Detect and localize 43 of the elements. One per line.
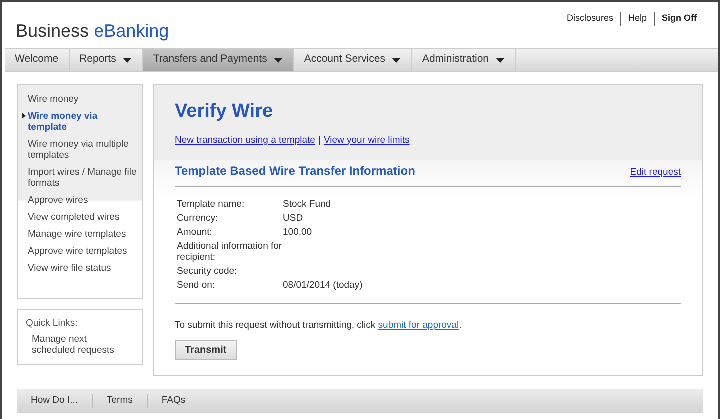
sidebar-link[interactable]: View wire file status [28, 263, 112, 274]
field-label: Security code: [177, 266, 238, 277]
brand-name-accent: eBanking [94, 21, 170, 41]
field-label: Additional information for recipient: [177, 240, 283, 263]
sidebar-link[interactable]: Approve wire templates [28, 246, 128, 257]
field-label: Template name: [177, 198, 246, 210]
wire-limits-link[interactable]: View your wire limits [324, 134, 410, 148]
sidebar-link[interactable]: Manage wire templates [28, 229, 126, 240]
submit-approval-link[interactable]: submit for approval [378, 320, 460, 331]
submit-note: To submit this request without transmitting, click submit for approval. [175, 318, 463, 333]
nav-tab[interactable]: Welcome [5, 49, 70, 71]
sidebar-link[interactable]: Import wires / Manage file formats [28, 167, 138, 189]
selected-arrow-icon [22, 113, 26, 119]
field-value: Stock Fund [283, 198, 332, 210]
field-value: 08/01/2014 (today) [283, 280, 363, 291]
nav-tab[interactable]: Transfers and Payments [143, 49, 294, 71]
field-label: Amount: [177, 226, 214, 238]
template-link[interactable]: New transaction using a template [175, 134, 316, 148]
quick-links-title: Quick Links: [26, 317, 79, 331]
sidebar-link[interactable]: Wire money via multiple templates [28, 139, 138, 161]
sidebar-link[interactable]: Wire money via template [28, 111, 138, 133]
quick-link[interactable]: Manage next scheduled requests [32, 334, 127, 356]
header-link[interactable]: Sign Off [654, 12, 704, 26]
footer-link[interactable]: How Do I... [17, 394, 92, 408]
field-value: 100.00 [283, 226, 312, 238]
nav-tab[interactable]: Administration [412, 49, 516, 71]
field-label: Send on: [177, 280, 216, 291]
sidebar-link[interactable]: Approve wires [28, 195, 88, 206]
header-link[interactable]: Disclosures [560, 12, 620, 26]
field-label: Currency: [177, 212, 220, 224]
section-title: Template Based Wire Transfer Information [175, 162, 416, 180]
field-value: USD [283, 212, 304, 224]
nav-tab[interactable]: Account Services [294, 49, 412, 71]
header-link[interactable]: Help [620, 12, 654, 26]
edit-request-link[interactable]: Edit request [630, 166, 681, 180]
link-separator: | [318, 134, 321, 148]
transmit-button[interactable]: Transmit [175, 340, 237, 360]
sidebar-link[interactable]: View completed wires [28, 212, 120, 223]
page-title: Verify Wire [175, 100, 274, 124]
footer-link[interactable]: FAQs [146, 394, 200, 408]
footer-link[interactable]: Terms [92, 394, 147, 408]
sidebar-link[interactable]: Wire money [28, 94, 79, 105]
brand-name: Business [16, 21, 90, 41]
